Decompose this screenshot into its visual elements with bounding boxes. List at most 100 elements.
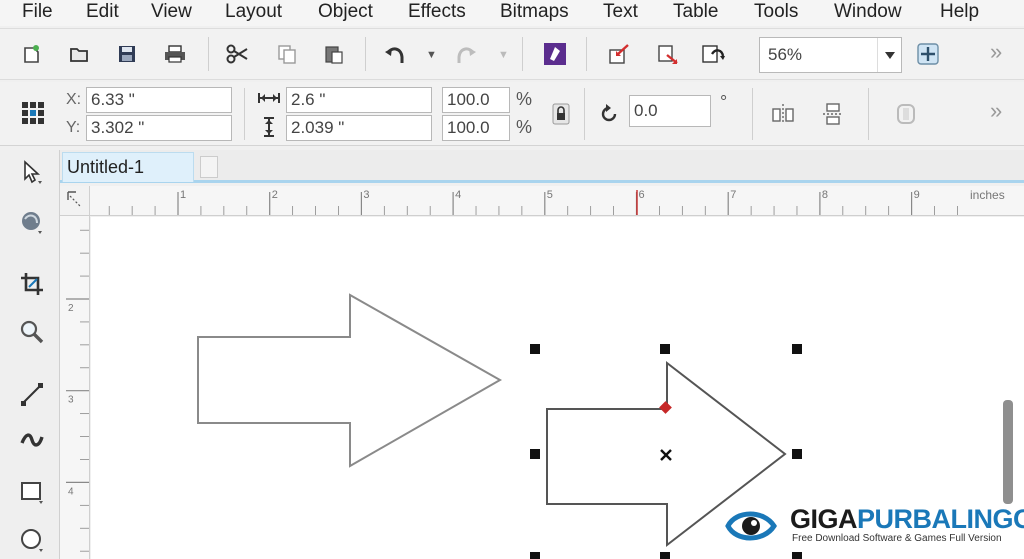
menu-effects[interactable]: Effects [408, 0, 466, 26]
degree-label: ° [720, 92, 728, 112]
menu-file[interactable]: File [22, 0, 53, 26]
zoom-level-select[interactable]: 56% [759, 37, 902, 73]
ruler-origin[interactable] [60, 186, 90, 216]
propbar-separator [752, 88, 753, 140]
watermark-brand: GIGAPURBALINGGA [790, 504, 1024, 535]
mirror-vertical-icon[interactable] [818, 99, 848, 129]
menu-table[interactable]: Table [673, 0, 718, 26]
scale-height-field[interactable]: 100.0 [442, 115, 510, 141]
percent-label: % [516, 117, 533, 137]
cut-icon[interactable] [222, 39, 252, 69]
handle-middle-left [530, 449, 540, 459]
wrap-text-icon[interactable] [891, 99, 921, 129]
ruler-tick-label: 7 [730, 189, 736, 201]
save-icon[interactable] [112, 39, 142, 69]
propbar-separator [584, 88, 585, 140]
snap-to-icon[interactable] [913, 39, 943, 69]
copy-icon[interactable] [272, 39, 302, 69]
ruler-tick-label: 3 [68, 395, 74, 406]
horizontal-ruler-ticks: 1 2 3 4 5 6 7 8 9 [108, 189, 958, 215]
y-label: Y: [66, 119, 81, 136]
new-icon[interactable] [17, 39, 47, 69]
scale-width-field[interactable]: 100.0 [442, 87, 510, 113]
menu-bitmaps[interactable]: Bitmaps [500, 0, 569, 26]
watermark-logo: GIGAPURBALINGGA Free Download Software &… [722, 496, 1024, 556]
lock-ratio-icon[interactable] [546, 99, 576, 129]
vertical-scrollbar[interactable] [1003, 400, 1013, 504]
propbar-separator [868, 88, 869, 140]
search-content-icon[interactable] [540, 39, 570, 69]
ruler-tick-label: 2 [68, 303, 74, 314]
chevron-down-icon[interactable] [877, 38, 901, 72]
menu-window[interactable]: Window [834, 0, 902, 26]
print-icon[interactable] [160, 39, 190, 69]
horizontal-ruler[interactable]: 1 2 3 4 5 6 7 8 9 inches [90, 186, 1024, 216]
height-icon [262, 117, 276, 142]
zoom-tool-icon[interactable] [16, 316, 48, 348]
pick-tool-icon[interactable] [16, 156, 48, 188]
vertical-ruler[interactable]: 2 3 4 [60, 216, 90, 559]
percent-label: % [516, 89, 533, 109]
redo-icon[interactable] [451, 39, 481, 69]
mirror-horizontal-icon[interactable] [768, 99, 798, 129]
x-position-field[interactable]: 6.33 " [86, 87, 232, 113]
shape-tool-icon[interactable] [16, 206, 48, 238]
width-field[interactable]: 2.6 " [286, 87, 432, 113]
menu-layout[interactable]: Layout [225, 0, 282, 26]
app-window: File Edit View Layout Object Effects Bit… [0, 0, 1024, 559]
freehand-tool-icon[interactable] [16, 378, 48, 410]
undo-icon[interactable] [380, 39, 410, 69]
ruler-unit-label: inches [970, 188, 1005, 202]
import-icon[interactable] [604, 39, 634, 69]
ruler-tick-label: 1 [180, 189, 186, 201]
export-icon[interactable] [652, 39, 682, 69]
crop-tool-icon[interactable] [16, 268, 48, 300]
watermark-brand-part1: GIGA [790, 504, 858, 534]
menu-help[interactable]: Help [940, 0, 979, 26]
handle-top-left [530, 344, 540, 354]
new-tab-button[interactable] [200, 156, 218, 178]
publish-pdf-icon[interactable] [698, 39, 728, 69]
redo-dropdown-icon[interactable]: ▼ [498, 49, 509, 61]
ruler-tick-label: 5 [547, 189, 553, 201]
rectangle-tool-icon[interactable] [16, 476, 48, 508]
document-tab-bar: Untitled-1 [60, 150, 1024, 183]
height-field[interactable]: 2.039 " [286, 115, 432, 141]
toolbar-separator [586, 37, 587, 71]
object-origin-icon[interactable] [18, 98, 48, 128]
standard-toolbar: ▼ ▼ 56% » [0, 28, 1024, 80]
ellipse-tool-icon[interactable] [16, 524, 48, 556]
menu-edit[interactable]: Edit [86, 0, 119, 26]
menu-view[interactable]: View [151, 0, 192, 26]
propbar-separator [244, 88, 245, 140]
rotate-icon [594, 99, 624, 129]
toolbar-separator [365, 37, 366, 71]
watermark-tagline: Free Download Software & Games Full Vers… [792, 533, 1002, 544]
watermark-brand-part2: PURBALINGGA [857, 504, 1024, 534]
handle-bottom-middle [660, 552, 670, 559]
width-icon [258, 91, 280, 110]
arrow-shape-large [197, 293, 503, 468]
paste-icon[interactable] [319, 39, 349, 69]
toolbar-overflow-button[interactable]: » [990, 39, 1002, 65]
toolbox [0, 150, 60, 559]
eye-logo-icon [725, 501, 777, 551]
ruler-tick-label: 6 [639, 189, 645, 201]
y-position-field[interactable]: 3.302 " [86, 115, 232, 141]
x-label: X: [66, 91, 82, 108]
artistic-media-icon[interactable] [16, 424, 48, 456]
property-bar: X: 6.33 " Y: 3.302 " 2.6 " 2.039 " 100.0… [0, 82, 1024, 146]
undo-dropdown-icon[interactable]: ▼ [426, 49, 437, 61]
open-icon[interactable] [64, 39, 94, 69]
ruler-tick-label: 3 [363, 189, 369, 201]
rotation-angle-field[interactable]: 0.0 [629, 95, 711, 127]
handle-top-middle [660, 344, 670, 354]
tab-untitled-1[interactable]: Untitled-1 [62, 152, 194, 182]
toolbar-separator [522, 37, 523, 71]
menu-object[interactable]: Object [318, 0, 373, 26]
ruler-tick-label: 4 [455, 189, 461, 201]
menu-tools[interactable]: Tools [754, 0, 798, 26]
propbar-overflow-button[interactable]: » [990, 98, 1002, 124]
ruler-tick-label: 8 [822, 189, 828, 201]
menu-text[interactable]: Text [603, 0, 638, 26]
